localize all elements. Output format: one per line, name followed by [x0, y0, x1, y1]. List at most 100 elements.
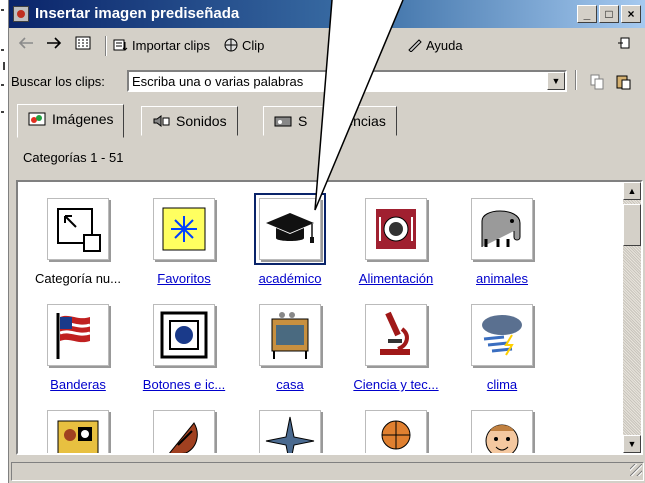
clip-art-window: Insertar imagen prediseñada _ □ × Import… [8, 0, 645, 483]
scroll-thumb[interactable] [623, 204, 641, 246]
pin-button[interactable] [617, 35, 631, 57]
new-category-icon [57, 208, 101, 252]
category-pane: Categoría nu... Favoritos académico Alim… [16, 180, 643, 455]
category-academico[interactable]: académico [238, 193, 342, 286]
import-clips-label: Importar clips [132, 38, 211, 53]
graduation-cap-icon [266, 213, 314, 243]
help-label: Ayuda [426, 38, 463, 53]
category-thumb [365, 198, 427, 260]
category-partial[interactable] [132, 410, 236, 453]
view-button[interactable] [75, 35, 91, 57]
tab-sounds[interactable]: Sonidos [141, 106, 238, 136]
category-thumb [365, 304, 427, 366]
category-banderas[interactable]: Banderas [26, 304, 130, 392]
paste-button[interactable] [615, 74, 631, 93]
left-edge-marks [0, 0, 10, 120]
satellite-dish-icon [168, 422, 198, 453]
basketball-icon [381, 420, 411, 450]
back-button[interactable] [17, 35, 35, 57]
category-new[interactable]: Categoría nu... [26, 198, 130, 286]
tab-images[interactable]: Imágenes [17, 104, 125, 138]
scroll-up-button[interactable]: ▲ [623, 182, 641, 200]
category-label: clima [486, 377, 518, 392]
images-icon [28, 112, 46, 126]
search-dropdown-button[interactable]: ▼ [547, 72, 565, 90]
category-label: Banderas [50, 377, 106, 392]
category-partial[interactable] [450, 410, 554, 453]
category-thumb [471, 410, 533, 453]
kitchen-icon [271, 312, 309, 359]
toolbar-separator [105, 36, 107, 56]
resize-grip-icon[interactable] [630, 464, 642, 476]
help-icon [408, 39, 422, 52]
import-icon [113, 39, 128, 51]
people-icon [57, 420, 99, 453]
search-separator [575, 70, 577, 90]
minimize-button[interactable]: _ [577, 5, 597, 23]
category-label: Alimentación [358, 271, 434, 286]
status-field [11, 462, 644, 481]
forward-arrow-icon [47, 37, 62, 49]
close-button[interactable]: × [621, 5, 641, 23]
tab-videos[interactable]: Sencias [263, 106, 397, 136]
category-thumb [254, 193, 326, 265]
tab-strip: Imágenes Sonidos Sencias [9, 104, 645, 138]
copy-button[interactable] [589, 74, 605, 93]
status-bar [9, 460, 645, 483]
grid-view-icon [75, 36, 91, 50]
clips-online-button[interactable]: Clip [223, 35, 264, 57]
import-clips-button[interactable]: Importar clips [113, 35, 210, 57]
vertical-scrollbar[interactable]: ▲ ▼ [623, 182, 641, 453]
category-thumb [153, 198, 215, 260]
category-partial[interactable] [238, 410, 342, 453]
category-alimentacion[interactable]: Alimentación [344, 198, 448, 286]
category-thumb [153, 304, 215, 366]
flag-icon [56, 313, 91, 359]
category-label: Categoría nu... [35, 271, 121, 286]
tab-videos-label: S [298, 113, 308, 129]
category-label: casa [276, 377, 304, 392]
category-thumb [153, 410, 215, 453]
maximize-button[interactable]: □ [599, 5, 619, 23]
category-casa[interactable]: casa [238, 304, 342, 392]
category-thumb [471, 198, 533, 260]
tab-sounds-label: Sonidos [176, 113, 227, 129]
category-botones[interactable]: Botones e ic... [132, 304, 236, 392]
title-bar[interactable]: Insertar imagen prediseñada _ □ × [9, 0, 645, 28]
compass-rose-icon [265, 416, 315, 453]
forward-button[interactable] [45, 35, 63, 57]
help-button[interactable]: Ayuda [407, 35, 463, 57]
category-thumb [471, 304, 533, 366]
search-row: Buscar los clips: Escriba una o varias p… [9, 66, 645, 98]
sounds-icon [153, 115, 170, 127]
category-thumb [47, 198, 109, 260]
microscope-icon [380, 311, 410, 355]
category-thumb [259, 410, 321, 453]
toolbar: Importar clips Clip Ayuda [9, 30, 645, 62]
category-partial[interactable] [344, 410, 448, 453]
tab-images-label: Imágenes [52, 111, 114, 127]
child-face-icon [485, 424, 519, 453]
category-partial[interactable] [26, 410, 130, 453]
app-icon [13, 6, 29, 22]
category-thumb [365, 410, 427, 453]
category-clima[interactable]: clima [450, 304, 554, 392]
category-label: animales [475, 271, 529, 286]
globe-icon [224, 38, 238, 52]
search-label: Buscar los clips: [11, 74, 105, 89]
category-animales[interactable]: animales [450, 198, 554, 286]
window-title: Insertar imagen prediseñada [35, 5, 240, 22]
clips-online-label: Clip [242, 38, 265, 53]
storm-cloud-icon [482, 315, 522, 356]
category-favoritos[interactable]: Favoritos [132, 198, 236, 286]
category-label: académico [258, 271, 322, 286]
category-label: Botones e ic... [142, 377, 226, 392]
category-ciencia[interactable]: Ciencia y tec... [344, 304, 448, 392]
search-input[interactable]: Escriba una o varias palabras [127, 70, 567, 92]
scroll-down-button[interactable]: ▼ [623, 435, 641, 453]
paste-icon [616, 75, 631, 90]
plate-icon [376, 209, 416, 249]
category-thumb [259, 304, 321, 366]
category-thumb [47, 304, 109, 366]
category-label: Favoritos [157, 271, 211, 286]
